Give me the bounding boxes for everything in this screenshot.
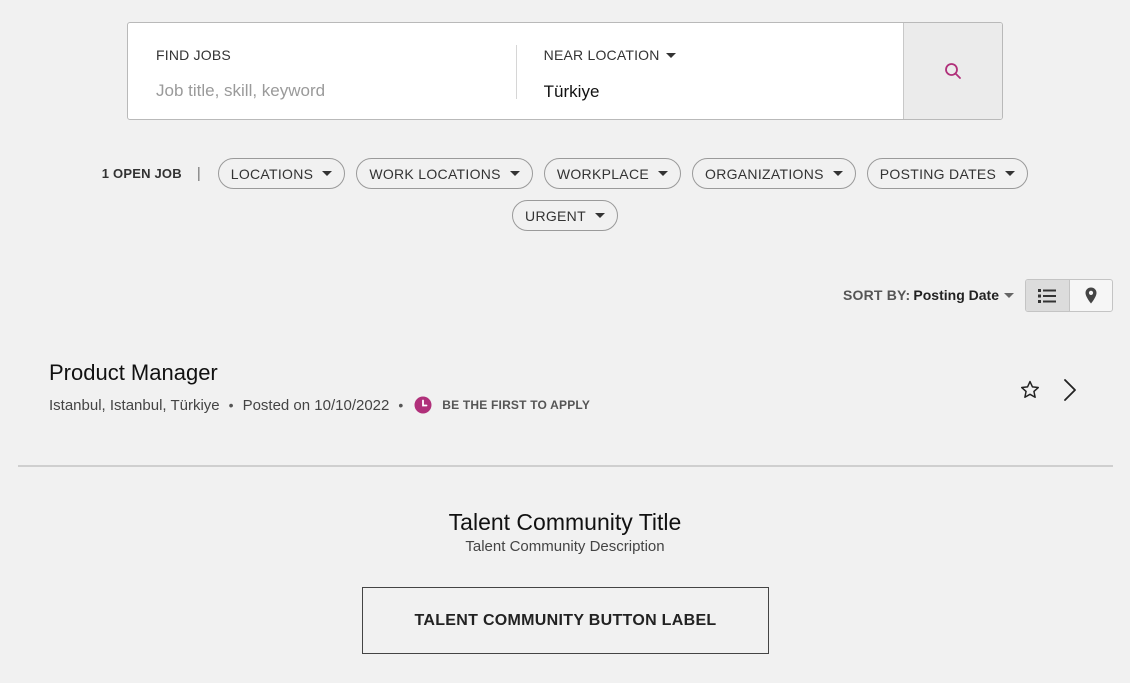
filter-label: WORK LOCATIONS [369, 165, 501, 182]
filter-label: LOCATIONS [230, 165, 314, 182]
find-jobs-label: FIND JOBS [156, 47, 231, 63]
star-icon [1021, 380, 1039, 398]
bullet-separator: • [228, 397, 234, 413]
filter-label: POSTING DATES [879, 165, 997, 182]
find-jobs-input[interactable] [156, 81, 486, 101]
map-pin-icon [1085, 287, 1097, 304]
filter-organizations[interactable]: ORGANIZATIONS [692, 158, 856, 189]
job-search-form: FIND JOBS NEAR LOCATION Türkiye [127, 22, 1003, 120]
view-toggle [1025, 279, 1113, 312]
near-location-label: NEAR LOCATION [543, 47, 660, 63]
find-jobs-field[interactable]: FIND JOBS [128, 23, 515, 119]
filter-work-locations[interactable]: WORK LOCATIONS [356, 158, 533, 189]
section-divider [18, 465, 1113, 467]
job-meta: Istanbul, Istanbul, Türkiye • Posted on … [49, 396, 1113, 414]
job-card[interactable]: Product Manager Istanbul, Istanbul, Türk… [49, 360, 1113, 414]
chevron-right-icon [1064, 379, 1076, 401]
talent-community-section: Talent Community Title Talent Community … [0, 509, 1130, 555]
filter-label: ORGANIZATIONS [705, 165, 824, 182]
caret-down-icon [658, 171, 668, 176]
caret-down-icon [594, 213, 605, 218]
job-posted-date: Posted on 10/10/2022 [242, 396, 390, 414]
near-location-dropdown[interactable]: NEAR LOCATION [544, 47, 676, 63]
talent-community-button[interactable]: TALENT COMMUNITY BUTTON LABEL [362, 587, 769, 654]
search-button[interactable] [903, 23, 1002, 119]
list-icon [1038, 288, 1057, 303]
sort-dropdown[interactable]: SORT BY: Posting Date [843, 287, 1014, 303]
filter-label: WORKPLACE [556, 165, 649, 182]
list-view-button[interactable] [1026, 280, 1070, 311]
filter-locations[interactable]: LOCATIONS [217, 158, 346, 189]
filter-separator: | [196, 165, 201, 182]
job-location: Istanbul, Istanbul, Türkiye [49, 396, 220, 414]
job-title[interactable]: Product Manager [49, 360, 1113, 386]
near-location-field[interactable]: NEAR LOCATION Türkiye [515, 23, 904, 119]
map-view-button[interactable] [1070, 280, 1113, 311]
clock-icon [414, 396, 432, 414]
caret-down-icon [1005, 171, 1016, 176]
talent-community-title: Talent Community Title [448, 509, 682, 535]
bullet-separator: • [398, 397, 404, 413]
filter-bar: 1 OPEN JOB | LOCATIONS WORK LOCATIONS WO… [0, 158, 1130, 231]
caret-down-icon [322, 171, 333, 176]
filter-label: URGENT [525, 207, 586, 224]
open-job-button[interactable] [1063, 378, 1077, 407]
caret-down-icon [665, 53, 676, 58]
search-icon [945, 63, 962, 79]
sort-label: SORT BY: [842, 287, 911, 303]
filter-workplace[interactable]: WORKPLACE [543, 158, 681, 189]
caret-down-icon [1004, 293, 1014, 298]
caret-down-icon [832, 171, 843, 176]
sort-value: Posting Date [913, 287, 999, 303]
open-job-count: 1 OPEN JOB [101, 166, 182, 181]
caret-down-icon [509, 171, 520, 176]
filter-posting-dates[interactable]: POSTING DATES [866, 158, 1029, 189]
talent-community-description: Talent Community Description [465, 538, 665, 555]
filter-urgent[interactable]: URGENT [512, 200, 618, 231]
urgent-badge: BE THE FIRST TO APPLY [442, 398, 591, 412]
location-input[interactable]: Türkiye [544, 82, 600, 102]
save-job-button[interactable] [1019, 379, 1041, 406]
job-actions [1019, 378, 1077, 407]
